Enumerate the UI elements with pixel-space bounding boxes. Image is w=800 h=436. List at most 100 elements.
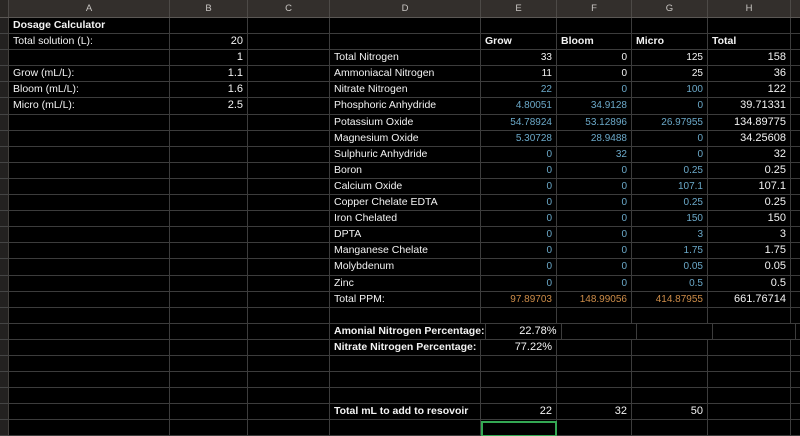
cell-G18[interactable]: 414.87955 [632, 292, 708, 308]
cell-C20[interactable] [248, 324, 330, 340]
cell-H2[interactable]: Total [708, 34, 791, 50]
cell-B5[interactable]: 1.6 [170, 82, 248, 98]
row-header-12[interactable] [0, 195, 9, 211]
cell-B9[interactable] [170, 147, 248, 163]
cell-A13[interactable] [9, 211, 170, 227]
cell-C9[interactable] [248, 147, 330, 163]
cell-A17[interactable] [9, 276, 170, 292]
cell-G8[interactable]: 0 [632, 131, 708, 147]
cell-I18[interactable] [791, 292, 800, 308]
cell-B26[interactable] [170, 420, 248, 436]
cell-C12[interactable] [248, 195, 330, 211]
cell-H21[interactable] [708, 340, 791, 356]
column-header-C[interactable]: C [248, 0, 330, 17]
cell-H13[interactable]: 150 [708, 211, 791, 227]
cell-H1[interactable] [708, 18, 791, 34]
cell-B12[interactable] [170, 195, 248, 211]
cell-C7[interactable] [248, 115, 330, 131]
cell-C16[interactable] [248, 259, 330, 275]
cell-I16[interactable] [791, 259, 800, 275]
cell-A23[interactable] [9, 372, 170, 388]
cell-G21[interactable] [632, 340, 708, 356]
cell-E14[interactable]: 0 [481, 227, 557, 243]
cell-E2[interactable]: Grow [481, 34, 557, 50]
cell-E22[interactable] [481, 356, 557, 372]
cell-I11[interactable] [791, 179, 800, 195]
cell-A21[interactable] [9, 340, 170, 356]
cell-A19[interactable] [9, 308, 170, 324]
cell-A4[interactable]: Grow (mL/L): [9, 66, 170, 82]
cell-H24[interactable] [708, 388, 791, 404]
cell-E23[interactable] [481, 372, 557, 388]
row-header-25[interactable] [0, 404, 9, 420]
row-header-21[interactable] [0, 340, 9, 356]
cell-H6[interactable]: 39.71331 [708, 98, 791, 114]
cell-D22[interactable] [330, 356, 481, 372]
cell-D26[interactable] [330, 420, 481, 436]
cell-A14[interactable] [9, 227, 170, 243]
cell-A26[interactable] [9, 420, 170, 436]
cell-I21[interactable] [791, 340, 800, 356]
cell-B4[interactable]: 1.1 [170, 66, 248, 82]
cell-I22[interactable] [791, 356, 800, 372]
cell-C1[interactable] [248, 18, 330, 34]
cell-A5[interactable]: Bloom (mL/L): [9, 82, 170, 98]
cell-E25[interactable]: 22 [481, 404, 557, 420]
cell-E1[interactable] [481, 18, 557, 34]
row-header-3[interactable] [0, 50, 9, 66]
cell-E15[interactable]: 0 [481, 243, 557, 259]
cell-B2[interactable]: 20 [170, 34, 248, 50]
cell-G24[interactable] [632, 388, 708, 404]
cell-F13[interactable]: 0 [557, 211, 632, 227]
cell-F24[interactable] [557, 388, 632, 404]
cell-E7[interactable]: 54.78924 [481, 115, 557, 131]
cell-D15[interactable]: Manganese Chelate [330, 243, 481, 259]
cell-F23[interactable] [557, 372, 632, 388]
row-header-11[interactable] [0, 179, 9, 195]
cell-H4[interactable]: 36 [708, 66, 791, 82]
cell-A15[interactable] [9, 243, 170, 259]
cell-B14[interactable] [170, 227, 248, 243]
cell-B17[interactable] [170, 276, 248, 292]
cell-G11[interactable]: 107.1 [632, 179, 708, 195]
cell-H8[interactable]: 34.25608 [708, 131, 791, 147]
cell-G3[interactable]: 125 [632, 50, 708, 66]
cell-H10[interactable]: 0.25 [708, 163, 791, 179]
cell-D21[interactable]: Nitrate Nitrogen Percentage: [330, 340, 481, 356]
cell-G9[interactable]: 0 [632, 147, 708, 163]
cell-G17[interactable]: 0.5 [632, 276, 708, 292]
cell-E12[interactable]: 0 [481, 195, 557, 211]
cell-D23[interactable] [330, 372, 481, 388]
cell-I15[interactable] [791, 243, 800, 259]
cell-F26[interactable] [557, 420, 632, 436]
row-header-20[interactable] [0, 324, 9, 340]
cell-C11[interactable] [248, 179, 330, 195]
cell-A10[interactable] [9, 163, 170, 179]
row-header-19[interactable] [0, 308, 9, 324]
cell-B25[interactable] [170, 404, 248, 420]
column-header-G[interactable]: G [632, 0, 708, 17]
cell-E26[interactable] [481, 420, 557, 436]
cell-I1[interactable] [791, 18, 800, 34]
row-header-5[interactable] [0, 82, 9, 98]
cell-E6[interactable]: 4.80051 [481, 98, 557, 114]
cell-C2[interactable] [248, 34, 330, 50]
row-header-24[interactable] [0, 388, 9, 404]
cell-H18[interactable]: 661.76714 [708, 292, 791, 308]
row-header-6[interactable] [0, 98, 9, 114]
cell-C15[interactable] [248, 243, 330, 259]
cell-D6[interactable]: Phosphoric Anhydride [330, 98, 481, 114]
cell-I24[interactable] [791, 388, 800, 404]
cell-I2[interactable] [791, 34, 800, 50]
cell-I14[interactable] [791, 227, 800, 243]
cell-C6[interactable] [248, 98, 330, 114]
cell-I9[interactable] [791, 147, 800, 163]
cell-I6[interactable] [791, 98, 800, 114]
cell-A18[interactable] [9, 292, 170, 308]
cell-D5[interactable]: Nitrate Nitrogen [330, 82, 481, 98]
cell-E8[interactable]: 5.30728 [481, 131, 557, 147]
cell-F19[interactable] [557, 308, 632, 324]
cell-C22[interactable] [248, 356, 330, 372]
cell-A3[interactable] [9, 50, 170, 66]
cell-I20[interactable] [796, 324, 800, 340]
